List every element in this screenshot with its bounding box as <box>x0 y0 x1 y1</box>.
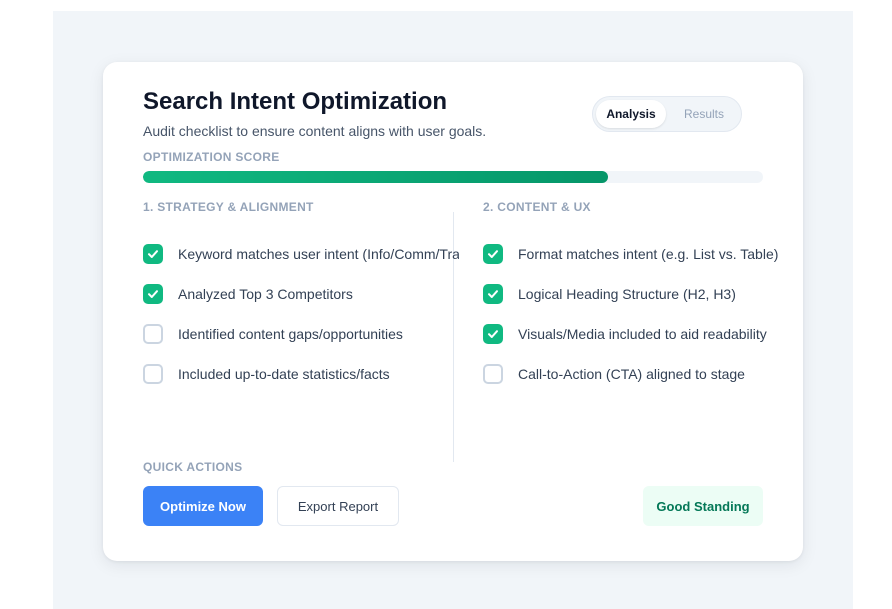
checklist-item-label: Analyzed Top 3 Competitors <box>178 286 353 302</box>
checklist-item[interactable]: Analyzed Top 3 Competitors <box>143 274 459 314</box>
checklist-item[interactable]: Keyword matches user intent (Info/Comm/T… <box>143 234 459 274</box>
checkbox[interactable] <box>483 364 503 384</box>
checkbox[interactable] <box>143 364 163 384</box>
checklist-item[interactable]: Logical Heading Structure (H2, H3) <box>483 274 778 314</box>
export-report-button[interactable]: Export Report <box>277 486 399 526</box>
checklist-item-label: Keyword matches user intent (Info/Comm/T… <box>178 246 459 262</box>
audit-card: Search Intent Optimization Audit checkli… <box>103 62 803 561</box>
score-progress-bar <box>143 171 763 183</box>
strategy-section-title: 1. STRATEGY & ALIGNMENT <box>143 200 314 214</box>
checkbox[interactable] <box>483 324 503 344</box>
checklist-item[interactable]: Included up-to-date statistics/facts <box>143 354 459 394</box>
score-label: OPTIMIZATION SCORE <box>143 150 280 164</box>
checkbox[interactable] <box>143 284 163 304</box>
checklist-item-label: Visuals/Media included to aid readabilit… <box>518 326 767 342</box>
checklist-item-label: Logical Heading Structure (H2, H3) <box>518 286 736 302</box>
check-icon <box>488 290 498 298</box>
check-icon <box>148 250 158 258</box>
content-checklist: Format matches intent (e.g. List vs. Tab… <box>483 234 778 394</box>
status-badge: Good Standing <box>643 486 763 526</box>
checkbox[interactable] <box>143 244 163 264</box>
checkbox[interactable] <box>143 324 163 344</box>
checkbox[interactable] <box>483 284 503 304</box>
checklist-item[interactable]: Format matches intent (e.g. List vs. Tab… <box>483 234 778 274</box>
check-icon <box>148 290 158 298</box>
page-title: Search Intent Optimization <box>143 88 448 115</box>
checklist-item[interactable]: Visuals/Media included to aid readabilit… <box>483 314 778 354</box>
checklist-item-label: Included up-to-date statistics/facts <box>178 366 390 382</box>
view-tabs: Analysis Results <box>592 96 742 132</box>
checklist-item[interactable]: Call-to-Action (CTA) aligned to stage <box>483 354 778 394</box>
checklist-item-label: Call-to-Action (CTA) aligned to stage <box>518 366 745 382</box>
score-progress-fill <box>143 171 608 183</box>
page-subtitle: Audit checklist to ensure content aligns… <box>143 123 487 139</box>
checkbox[interactable] <box>483 244 503 264</box>
tab-results[interactable]: Results <box>669 100 739 128</box>
checklist-item[interactable]: Identified content gaps/opportunities <box>143 314 459 354</box>
checklist-item-label: Identified content gaps/opportunities <box>178 326 403 342</box>
strategy-checklist: Keyword matches user intent (Info/Comm/T… <box>143 234 459 394</box>
check-icon <box>488 250 498 258</box>
checklist-item-label: Format matches intent (e.g. List vs. Tab… <box>518 246 779 262</box>
quick-actions-label: QUICK ACTIONS <box>143 460 243 474</box>
check-icon <box>488 330 498 338</box>
content-section-title: 2. CONTENT & UX <box>483 200 591 214</box>
optimize-now-button[interactable]: Optimize Now <box>143 486 263 526</box>
tab-analysis[interactable]: Analysis <box>596 100 666 128</box>
